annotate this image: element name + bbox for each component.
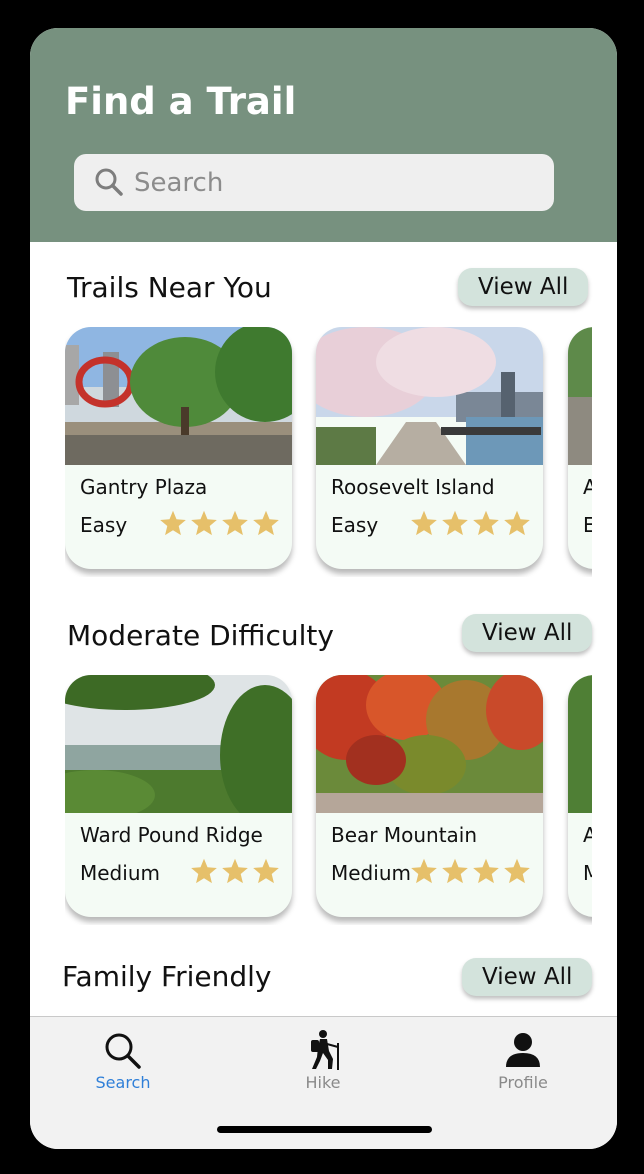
trail-difficulty: M bbox=[583, 861, 592, 885]
search-input[interactable] bbox=[132, 162, 536, 204]
trail-difficulty: Easy bbox=[331, 513, 379, 537]
trail-photo bbox=[316, 675, 543, 813]
trail-name: Bear Mountain bbox=[331, 823, 478, 847]
section-title-trails-near-you: Trails Near You bbox=[67, 271, 272, 304]
rating-stars bbox=[190, 857, 280, 887]
star-icon bbox=[222, 510, 248, 536]
trail-difficulty: Easy bbox=[80, 513, 128, 537]
trail-row-moderate[interactable]: Ward Pound Ridge Medium Bear Mountain Me… bbox=[65, 675, 592, 925]
star-icon bbox=[504, 510, 530, 536]
tab-search[interactable]: Search bbox=[63, 1029, 183, 1099]
trail-difficulty: Medium bbox=[331, 861, 411, 885]
header: Find a Trail bbox=[30, 28, 617, 242]
star-icon bbox=[411, 510, 437, 536]
tab-label-hike: Hike bbox=[305, 1073, 341, 1092]
star-icon bbox=[191, 510, 217, 536]
trail-photo bbox=[568, 675, 592, 813]
star-icon bbox=[411, 858, 437, 884]
trail-card-roosevelt-island[interactable]: Roosevelt Island Easy bbox=[316, 327, 543, 569]
trail-name: A bbox=[583, 475, 592, 499]
star-icon bbox=[191, 858, 217, 884]
tab-label-profile: Profile bbox=[498, 1073, 548, 1092]
trail-photo bbox=[65, 675, 292, 813]
trail-card-partial[interactable]: A M bbox=[568, 675, 592, 917]
person-icon bbox=[506, 1033, 540, 1067]
view-all-trails-near-you-button[interactable]: View All bbox=[458, 268, 589, 306]
trail-photo bbox=[65, 327, 292, 465]
trail-card-partial[interactable]: A E bbox=[568, 327, 592, 569]
rating-stars bbox=[410, 857, 531, 887]
star-icon bbox=[160, 510, 186, 536]
search-icon bbox=[95, 168, 123, 196]
star-icon bbox=[473, 858, 499, 884]
trail-card-gantry-plaza[interactable]: Gantry Plaza Easy bbox=[65, 327, 292, 569]
tab-label-search: Search bbox=[95, 1073, 151, 1092]
search-icon bbox=[105, 1033, 141, 1069]
trail-difficulty: E bbox=[583, 513, 592, 537]
trail-card-ward-pound-ridge[interactable]: Ward Pound Ridge Medium bbox=[65, 675, 292, 917]
trail-name: Gantry Plaza bbox=[80, 475, 208, 499]
page-title: Find a Trail bbox=[65, 80, 297, 123]
trail-name: A bbox=[583, 823, 592, 847]
trail-row-near-you[interactable]: Gantry Plaza Easy Roosevelt Island Easy bbox=[65, 327, 592, 577]
star-icon bbox=[253, 510, 279, 536]
trail-photo bbox=[316, 327, 543, 465]
tab-hike[interactable]: Hike bbox=[263, 1029, 383, 1099]
home-indicator bbox=[217, 1126, 432, 1133]
rating-stars bbox=[159, 509, 280, 539]
hiker-icon bbox=[311, 1030, 339, 1070]
phone-screen: Find a Trail Trails Near You View All bbox=[30, 28, 617, 1149]
search-bar[interactable] bbox=[74, 154, 554, 211]
tab-profile[interactable]: Profile bbox=[463, 1029, 583, 1099]
trail-card-bear-mountain[interactable]: Bear Mountain Medium bbox=[316, 675, 543, 917]
star-icon bbox=[222, 858, 248, 884]
trail-name: Roosevelt Island bbox=[331, 475, 495, 499]
trail-name: Ward Pound Ridge bbox=[80, 823, 263, 847]
star-icon bbox=[253, 858, 279, 884]
trail-difficulty: Medium bbox=[80, 861, 160, 885]
section-title-moderate-difficulty: Moderate Difficulty bbox=[67, 619, 334, 652]
section-title-family-friendly: Family Friendly bbox=[62, 960, 272, 993]
star-icon bbox=[473, 510, 499, 536]
star-icon bbox=[504, 858, 530, 884]
star-icon bbox=[442, 510, 468, 536]
view-all-family-button[interactable]: View All bbox=[462, 958, 593, 996]
view-all-moderate-button[interactable]: View All bbox=[462, 614, 593, 652]
rating-stars bbox=[410, 509, 531, 539]
trail-photo bbox=[568, 327, 592, 465]
star-icon bbox=[442, 858, 468, 884]
